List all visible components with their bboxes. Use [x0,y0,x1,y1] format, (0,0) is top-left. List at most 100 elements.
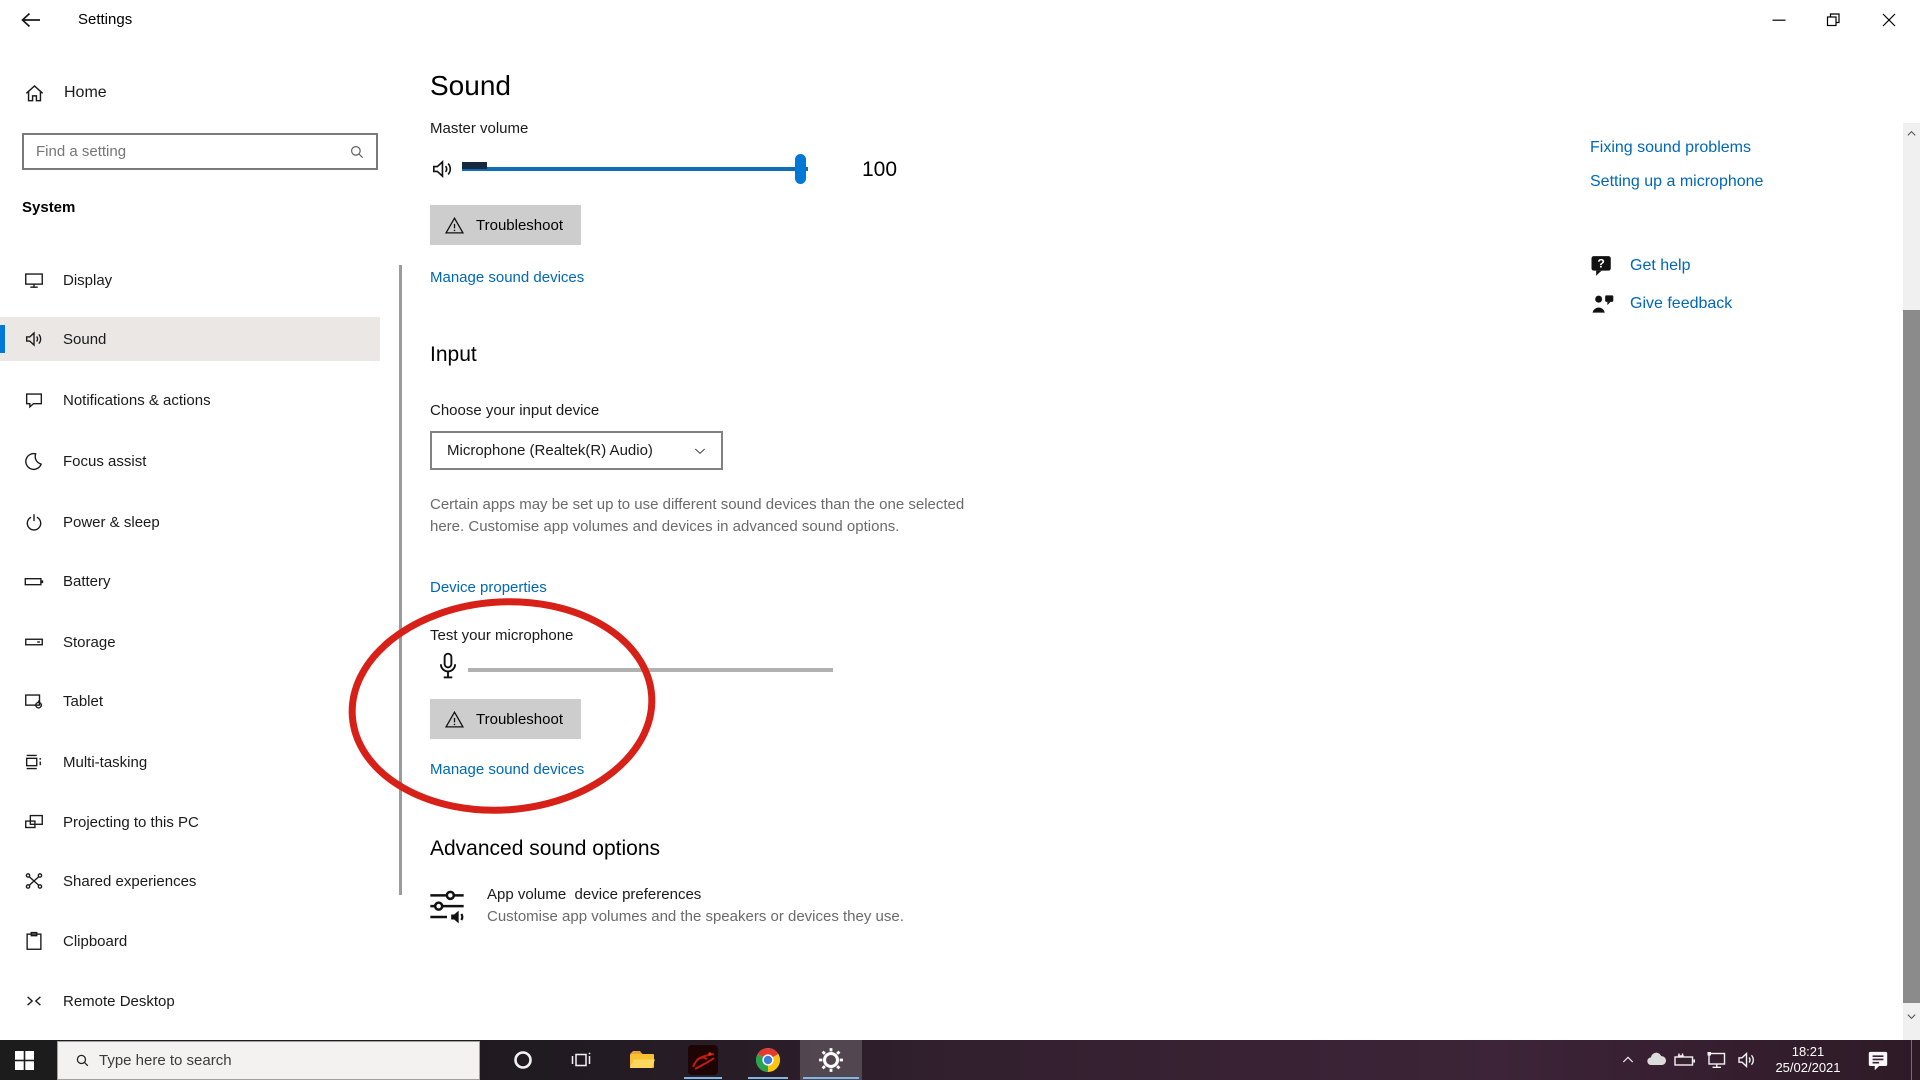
volume-speaker-icon [430,156,456,182]
help-link-setup-microphone[interactable]: Setting up a microphone [1590,173,1763,191]
sidebar-item-focus-assist[interactable]: Focus assist [0,439,380,483]
task-view-button[interactable] [557,1040,605,1080]
apps-note-text: Certain apps may be set up to use differ… [430,496,965,535]
sidebar-item-power-sleep[interactable]: Power & sleep [0,500,380,544]
notification-icon [1865,1047,1891,1073]
sidebar-item-remote-desktop[interactable]: Remote Desktop [0,979,380,1023]
get-help-icon: ? [1588,252,1616,280]
cortana-button[interactable] [499,1040,547,1080]
tray-onedrive-button[interactable] [1642,1040,1670,1080]
output-troubleshoot-button[interactable]: Troubleshoot [430,205,581,245]
clock-date: 25/02/2021 [1775,1060,1841,1075]
page-title: Sound [430,70,511,101]
app-volume-title: App volume device preferences [487,886,702,903]
taskbar-clock[interactable]: 18:21 25/02/2021 [1762,1040,1854,1080]
restore-button[interactable] [1810,0,1856,40]
file-explorer-button[interactable] [618,1040,666,1080]
dragon-app-button[interactable] [679,1040,727,1080]
input-troubleshoot-label: Troubleshoot [476,710,563,728]
file-explorer-icon [628,1048,656,1072]
minimize-icon [1767,8,1791,32]
settings-window: Settings Home System Display Sound No [0,0,1920,1080]
scroll-down-arrow[interactable] [1903,1008,1920,1024]
sidebar-item-sound[interactable]: Sound [0,317,380,361]
show-desktop-divider[interactable] [1911,1040,1912,1080]
multitasking-icon [23,751,45,773]
sidebar-item-projecting[interactable]: Projecting to this PC [0,800,380,844]
sidebar-item-multitasking[interactable]: Multi-tasking [0,740,380,784]
tray-volume-button[interactable] [1732,1040,1762,1080]
warning-icon [444,709,465,730]
close-button[interactable] [1866,0,1912,40]
action-center-button[interactable] [1860,1040,1896,1080]
give-feedback-label: Give feedback [1630,295,1733,312]
cloud-icon [1645,1049,1667,1071]
taskbar-search-input[interactable] [99,1052,479,1069]
app-volume-preferences-item[interactable]: App volume device preferences Customise … [427,886,987,936]
chrome-icon [755,1047,781,1073]
input-manage-devices-link[interactable]: Manage sound devices [430,761,584,778]
page-scrollbar-thumb[interactable] [1903,310,1920,1003]
sidebar-scrollbar[interactable] [399,265,402,895]
search-icon[interactable] [348,143,376,161]
input-troubleshoot-button[interactable]: Troubleshoot [430,699,581,739]
choose-input-label: Choose your input device [430,402,600,419]
chrome-button[interactable] [744,1040,792,1080]
sidebar-item-tablet[interactable]: Tablet [0,679,380,723]
chevron-up-icon [1620,1052,1636,1068]
speaker-icon [23,328,45,350]
sidebar-item-storage[interactable]: Storage [0,620,380,664]
master-volume-slider-track[interactable] [462,167,808,171]
open-app-underline [803,1077,859,1079]
title-bar: Settings [0,0,1920,40]
sidebar-item-shared-experiences[interactable]: Shared experiences [0,859,380,903]
get-help-item[interactable]: ? Get help [1588,252,1690,280]
master-volume-label: Master volume [430,120,529,137]
back-button[interactable] [18,8,46,32]
close-icon [1877,8,1901,32]
minimize-button[interactable] [1756,0,1802,40]
tray-battery-button[interactable] [1670,1040,1700,1080]
open-app-underline [748,1077,788,1079]
sidebar-item-notifications[interactable]: Notifications & actions [0,378,380,422]
device-properties-link[interactable]: Device properties [430,579,547,596]
input-device-dropdown[interactable]: Microphone (Realtek(R) Audio) [430,431,723,470]
tablet-icon [23,690,45,712]
moon-icon [23,450,45,472]
restore-icon [1821,8,1845,32]
tray-network-button[interactable] [1702,1040,1732,1080]
home-icon [23,82,46,105]
mic-level-meter [468,668,833,672]
sidebar-item-clipboard[interactable]: Clipboard [0,919,380,963]
sidebar-home-label: Home [64,84,107,101]
sidebar-section-header: System [22,199,76,216]
svg-text:?: ? [1597,257,1604,271]
tray-show-hidden-icons-button[interactable] [1614,1040,1642,1080]
task-view-icon [569,1048,593,1072]
master-volume-value: 100 [862,158,898,181]
scroll-up-arrow[interactable] [1903,125,1920,141]
network-icon [1705,1048,1729,1072]
sidebar-item-home[interactable]: Home [0,73,380,113]
output-manage-devices-link[interactable]: Manage sound devices [430,269,584,286]
sidebar-item-display[interactable]: Display [0,258,380,302]
master-volume-slider-thumb[interactable] [795,154,806,184]
windows-logo-icon [14,1050,34,1070]
chevron-down-icon [693,444,707,458]
app-volume-subtitle: Customise app volumes and the speakers o… [487,908,904,925]
remote-desktop-icon [23,990,45,1012]
display-icon [23,269,45,291]
start-button[interactable] [0,1040,48,1080]
shared-experiences-icon [23,870,45,892]
give-feedback-item[interactable]: Give feedback [1590,291,1732,317]
settings-search-input[interactable] [24,143,348,160]
input-device-selected: Microphone (Realtek(R) Audio) [447,442,653,459]
master-volume-slider-start [462,162,487,169]
back-arrow-icon [18,8,46,32]
give-feedback-icon [1590,291,1616,317]
help-link-fixing-sound[interactable]: Fixing sound problems [1590,139,1751,157]
storage-icon [23,631,45,653]
settings-app-button[interactable] [807,1040,855,1080]
warning-icon [444,215,465,236]
sidebar-item-battery[interactable]: Battery [0,559,380,603]
